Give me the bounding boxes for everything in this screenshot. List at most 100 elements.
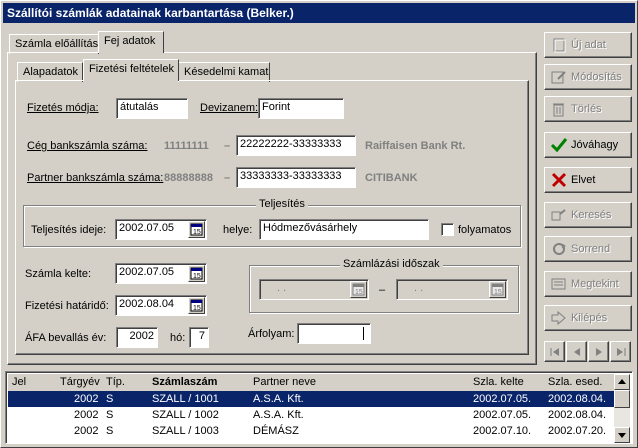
col-szamlaszam[interactable]: Számlaszám <box>152 374 217 390</box>
ceg-bankszamla-dash: – <box>224 140 231 152</box>
uj-adat-button[interactable]: Új adat <box>544 32 632 58</box>
szamla-kelte-value: 2002.07.05 <box>119 266 175 278</box>
cell-szamlaszam: SZALL / 1002 <box>152 409 219 421</box>
nav-prev-button[interactable] <box>566 341 587 362</box>
grid-header: Jel Tárgyév Típ. Számlaszám Partner neve… <box>8 374 616 391</box>
afa-ev-label: ÁFA bevallás év: <box>25 332 107 344</box>
afa-ho-input[interactable]: 7 <box>189 327 209 348</box>
col-partner[interactable]: Partner neve <box>253 374 316 390</box>
tab-fizetesi-feltetelek[interactable]: Fizetési feltételek <box>83 59 179 81</box>
teljesites-ideje-value: 2002.07.05 <box>119 222 175 234</box>
cell-esed: 2002.07.20. <box>548 425 607 437</box>
exit-icon <box>551 310 566 326</box>
partner-bankszamla-input[interactable]: 33333333-33333333 <box>236 167 356 188</box>
afa-ev-input[interactable]: 2002 <box>116 327 158 348</box>
folyamatos-label: folyamatos <box>458 224 512 236</box>
teljesites-ideje-label: Teljesítés ideje: <box>31 224 107 236</box>
modositas-button[interactable]: Módosítás <box>544 64 632 90</box>
vertical-scrollbar[interactable] <box>614 374 630 443</box>
idoszak-to-input[interactable]: . . 15 <box>396 279 508 300</box>
jovahagy-button[interactable]: Jóváhagy <box>544 132 632 158</box>
idoszak-from-input[interactable]: . . 15 <box>259 279 369 300</box>
calendar-button[interactable]: 15 <box>188 297 205 314</box>
tab-kesedelmi-kamat[interactable]: Késedelmi kamat <box>178 62 270 82</box>
scroll-down-button[interactable] <box>614 427 630 443</box>
calendar-icon: 15 <box>352 283 365 296</box>
col-esed[interactable]: Szla. esed. <box>548 374 602 390</box>
table-row[interactable]: 2002 S SZALL / 1002 A.S.A. Kft. 2002.07.… <box>8 407 616 423</box>
cell-partner: DÉMÁSZ <box>253 425 299 437</box>
partner-bankszamla-dash: – <box>224 172 231 184</box>
szamla-kelte-label: Számla kelte: <box>25 268 92 280</box>
tab-szamla-eloallitas[interactable]: Számla előállítás <box>9 34 99 54</box>
scroll-thumb[interactable] <box>614 390 630 408</box>
idoszak-dash: – <box>379 284 386 296</box>
teljesites-ideje-input[interactable]: 2002.07.05 15 <box>115 219 207 240</box>
nav-next-button[interactable] <box>588 341 609 362</box>
fizetes-modja-input[interactable]: átutalás <box>116 98 188 119</box>
table-row[interactable]: 2002 S SZALL / 1001 A.S.A. Kft. 2002.07.… <box>8 391 616 407</box>
table-row[interactable]: 2002 S SZALL / 1003 DÉMÁSZ 2002.07.10. 2… <box>8 423 616 439</box>
button-label: Módosítás <box>571 71 622 83</box>
cell-tip: S <box>106 425 114 437</box>
col-kelte[interactable]: Szla. kelte <box>473 374 524 390</box>
ceg-bankszamla-input[interactable]: 22222222-33333333 <box>236 135 356 156</box>
tab-fej-adatok[interactable]: Fej adatok <box>98 31 164 53</box>
cell-szamlaszam: SZALL / 1001 <box>152 393 219 405</box>
tab-label: Számla előállítás <box>15 38 99 50</box>
col-targyev[interactable]: Tárgyév <box>60 374 100 390</box>
arfolyam-input[interactable] <box>297 323 371 344</box>
szamla-kelte-input[interactable]: 2002.07.05 15 <box>115 263 207 284</box>
button-label: Megtekint <box>571 278 619 290</box>
cell-tip: S <box>106 409 114 421</box>
cell-tip: S <box>106 393 114 405</box>
devizanem-label: Devizanem: <box>200 102 259 114</box>
calendar-button[interactable]: 15 <box>188 265 205 282</box>
tab-label: Alapadatok <box>23 66 79 78</box>
svg-text:15: 15 <box>193 305 201 312</box>
ceg-bank-name: Raiffaisen Bank Rt. <box>365 140 466 152</box>
torles-button[interactable]: Törlés <box>544 96 632 122</box>
megtekint-button[interactable]: Megtekint <box>544 271 632 297</box>
teljesites-helye-label: helye: <box>223 224 253 236</box>
arfolyam-label: Árfolyam: <box>248 328 295 340</box>
ceg-bankszamla-label: Cég bankszámla száma: <box>27 140 148 152</box>
szamlazasi-idoszak-title: Számlázási időszak <box>340 258 443 271</box>
nav-last-button[interactable] <box>610 341 631 362</box>
sorrend-button[interactable]: Sorrend <box>544 236 632 262</box>
cell-esed: 2002.08.04. <box>548 393 607 405</box>
calendar-button[interactable]: 15 <box>188 221 205 238</box>
cross-icon <box>551 172 567 188</box>
cell-targyev: 2002 <box>74 409 99 421</box>
scroll-up-button[interactable] <box>614 374 630 390</box>
devizanem-input[interactable]: Forint <box>258 98 344 119</box>
partner-bank-name: CITIBANK <box>365 172 418 184</box>
elvet-button[interactable]: Elvet <box>544 167 632 193</box>
window-title: Szállítói számlák adatainak karbantartás… <box>3 3 635 23</box>
last-icon <box>617 348 626 356</box>
col-jel[interactable]: Jel <box>12 374 26 390</box>
col-tip[interactable]: Típ. <box>106 374 125 390</box>
calendar-button[interactable]: 15 <box>489 281 506 298</box>
arrow-down-icon <box>618 433 626 438</box>
nav-first-button[interactable] <box>544 341 565 362</box>
kilepes-button[interactable]: Kilépés <box>544 305 632 331</box>
calendar-button[interactable]: 15 <box>350 281 367 298</box>
idoszak-to-value: . . <box>414 282 424 294</box>
tab-alapadatok[interactable]: Alapadatok <box>17 62 83 82</box>
button-label: Új adat <box>571 39 606 51</box>
kereses-button[interactable]: Keresés <box>544 202 632 228</box>
new-icon <box>553 38 566 53</box>
main-window: Szállítói számlák adatainak karbantartás… <box>0 0 638 448</box>
fizetesi-hatarido-input[interactable]: 2002.08.04 15 <box>115 295 207 316</box>
next-icon <box>596 348 602 356</box>
check-icon <box>550 138 568 153</box>
calendar-icon: 15 <box>190 299 203 312</box>
folyamatos-checkbox[interactable] <box>441 223 454 236</box>
button-label: Keresés <box>571 209 612 221</box>
svg-text:15: 15 <box>355 289 363 296</box>
calendar-icon: 15 <box>491 283 504 296</box>
button-label: Törlés <box>571 103 602 115</box>
arrow-up-icon <box>618 379 626 384</box>
teljesites-helye-input[interactable]: Hódmezővásárhely <box>259 219 429 240</box>
